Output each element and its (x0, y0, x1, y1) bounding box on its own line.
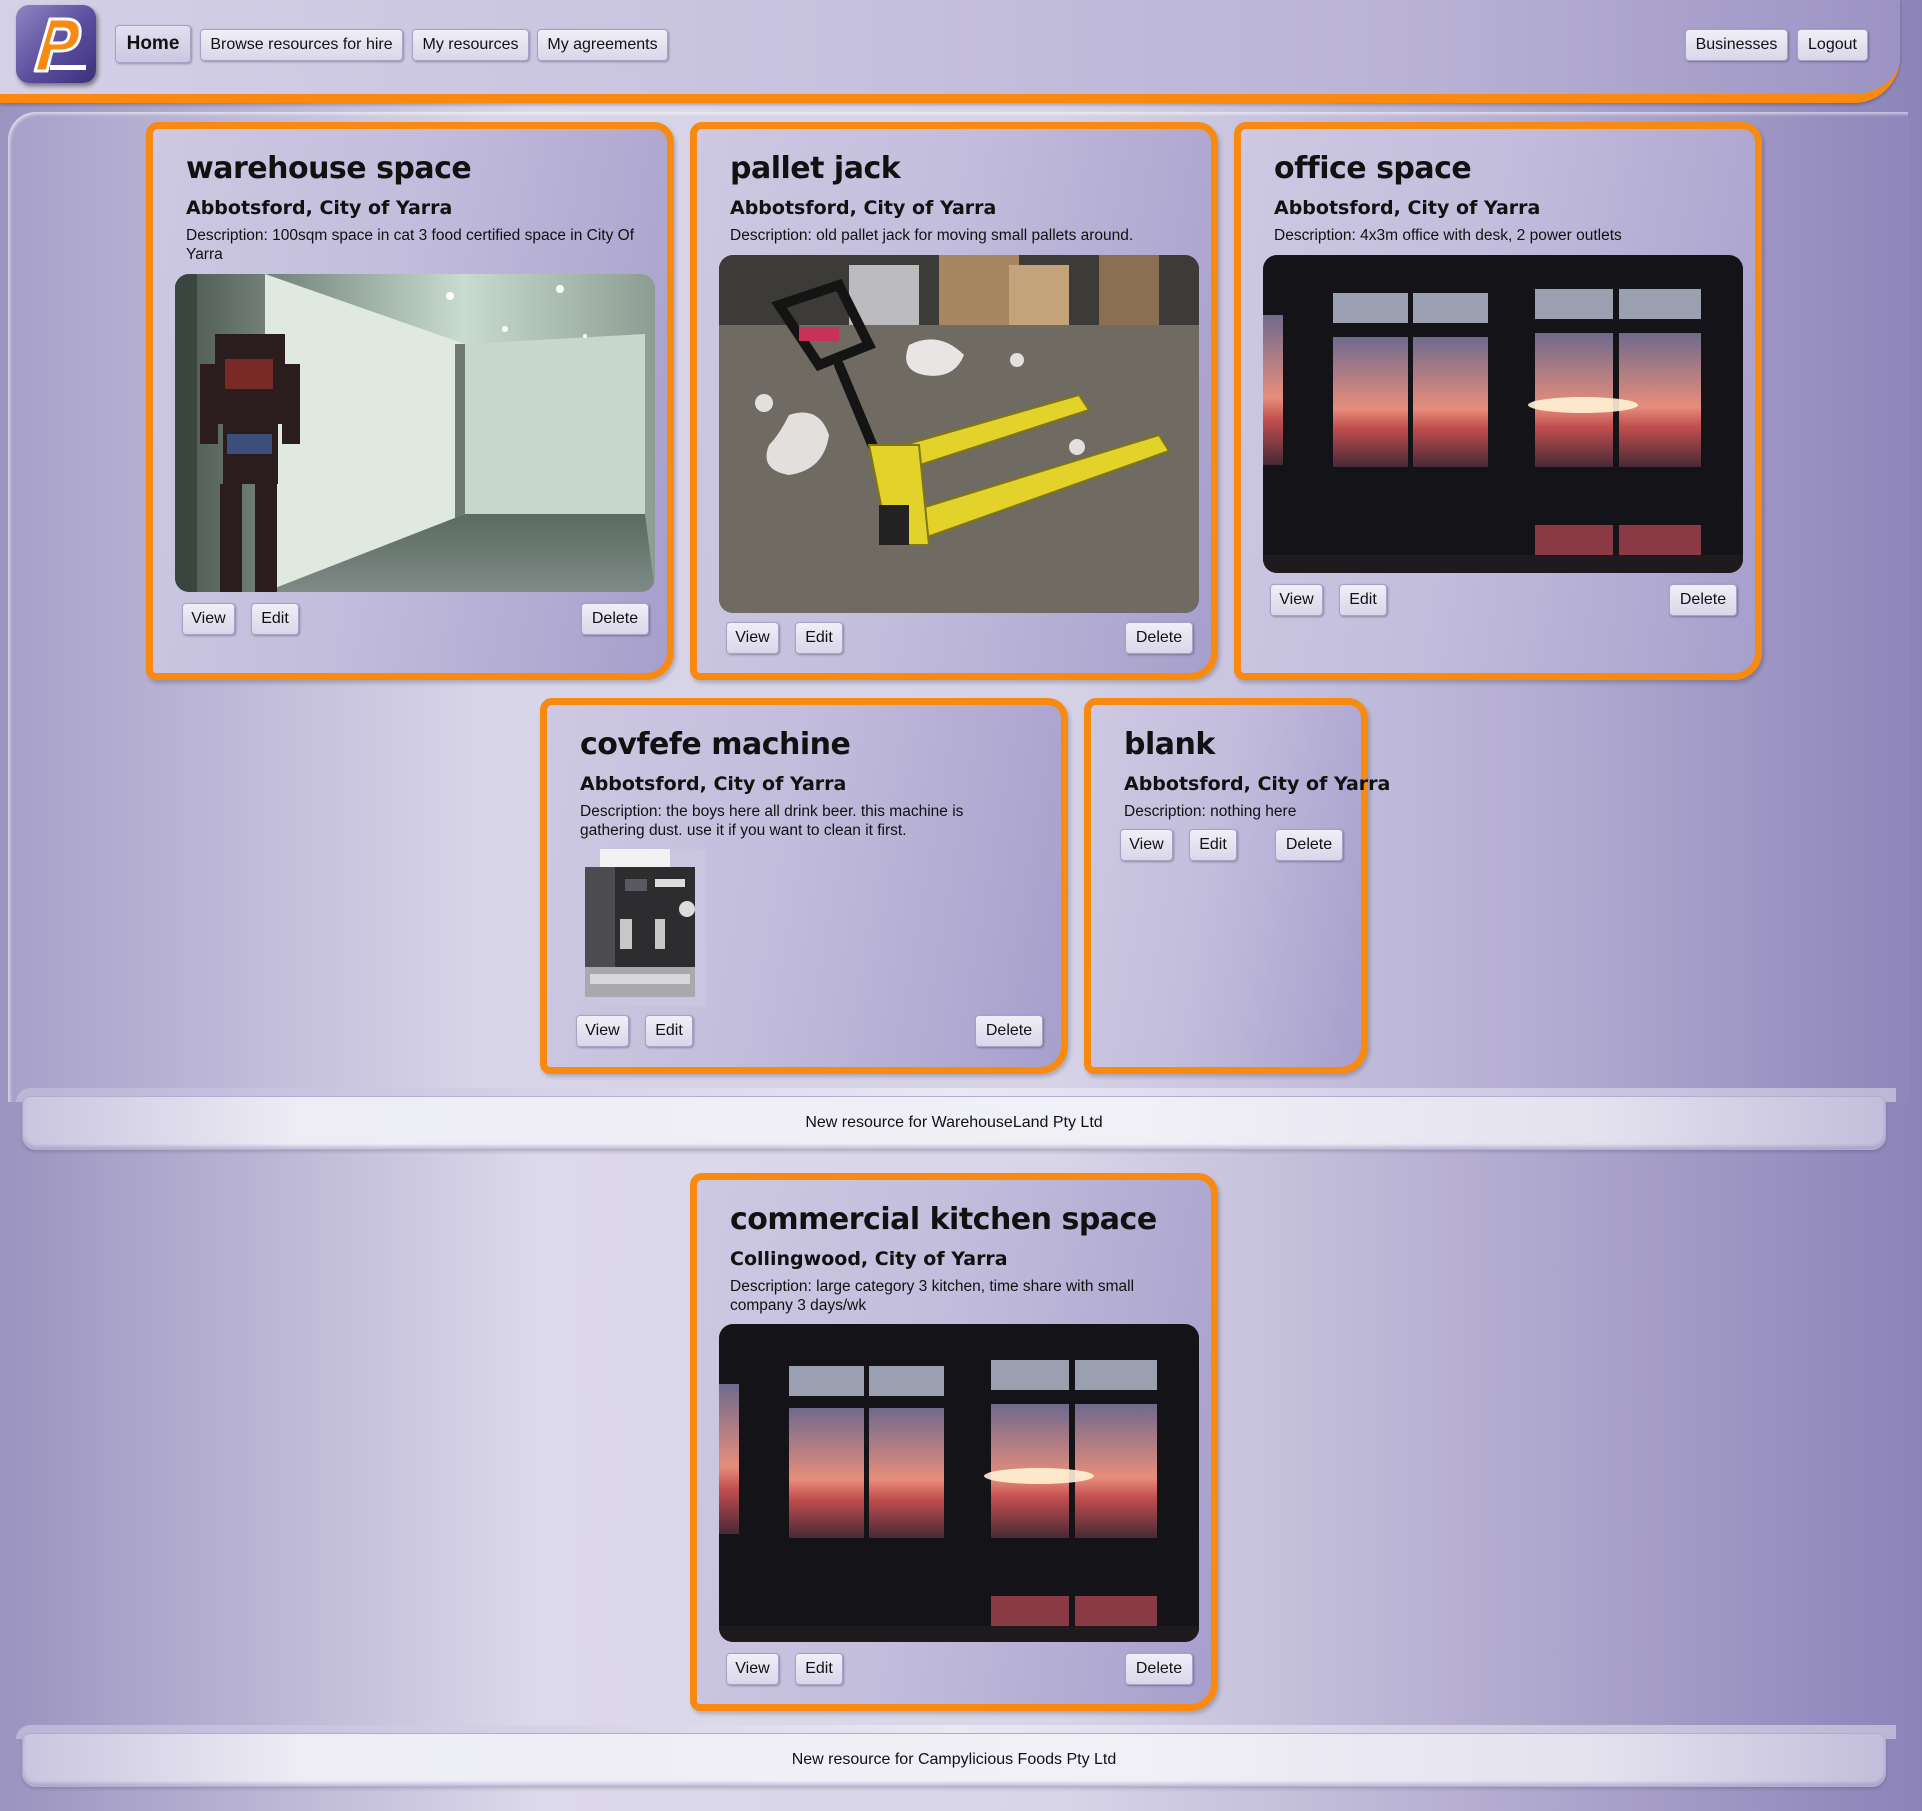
view-button[interactable]: View (726, 622, 779, 654)
resource-card: warehouse space Abbotsford, City of Yarr… (146, 122, 674, 680)
resource-title: office space (1274, 151, 1472, 186)
resource-card: pallet jack Abbotsford, City of Yarra De… (690, 122, 1218, 680)
resource-location: Abbotsford, City of Yarra (580, 773, 847, 795)
view-button[interactable]: View (1270, 584, 1323, 616)
resource-card: blank Abbotsford, City of Yarra Descript… (1084, 698, 1390, 1074)
resource-card: office space Abbotsford, City of Yarra D… (1234, 122, 1762, 680)
view-button[interactable]: View (1120, 829, 1173, 861)
sunset-window-photo (719, 1324, 1199, 1642)
view-button[interactable]: View (576, 1015, 629, 1047)
resource-title: warehouse space (186, 151, 472, 186)
resource-card: commercial kitchen space Collingwood, Ci… (690, 1173, 1218, 1711)
warehouse-interior-photo (175, 274, 655, 592)
resource-description: Description: old pallet jack for moving … (730, 227, 1134, 244)
resource-location: Abbotsford, City of Yarra (186, 197, 453, 219)
resource-description: Description: large category 3 kitchen, t… (730, 1278, 1135, 1314)
nav-my-resources-button[interactable]: My resources (412, 29, 529, 61)
resource-location: Collingwood, City of Yarra (730, 1248, 1008, 1270)
nav-home-button[interactable]: Home (115, 25, 191, 63)
delete-button[interactable]: Delete (1669, 584, 1737, 616)
delete-button[interactable]: Delete (581, 603, 649, 635)
delete-button[interactable]: Delete (1125, 1653, 1193, 1685)
edit-button[interactable]: Edit (1189, 829, 1237, 861)
edit-button[interactable]: Edit (251, 603, 299, 635)
edit-button[interactable]: Edit (1339, 584, 1387, 616)
delete-button[interactable]: Delete (1125, 622, 1193, 654)
resource-description: Description: nothing here (1124, 803, 1297, 820)
edit-button[interactable]: Edit (645, 1015, 693, 1047)
delete-button[interactable]: Delete (1275, 829, 1343, 861)
resource-description: Description: 4x3m office with desk, 2 po… (1274, 227, 1622, 244)
edit-button[interactable]: Edit (795, 1653, 843, 1685)
resource-title: blank (1124, 727, 1215, 762)
new-resource-button[interactable]: New resource for Campylicious Foods Pty … (22, 1733, 1886, 1787)
resource-location: Abbotsford, City of Yarra (1274, 197, 1541, 219)
nav-browse-button[interactable]: Browse resources for hire (200, 29, 403, 61)
edit-button[interactable]: Edit (795, 622, 843, 654)
top-nav-bar: Home Browse resources for hire My resour… (0, 0, 1900, 103)
logo-icon (33, 17, 86, 73)
resource-description: Description: 100sqm space in cat 3 food … (186, 227, 634, 263)
resource-card: covfefe machine Abbotsford, City of Yarr… (540, 698, 1068, 1074)
view-button[interactable]: View (726, 1653, 779, 1685)
new-resource-button[interactable]: New resource for WarehouseLand Pty Ltd (22, 1096, 1886, 1150)
nav-my-agreements-button[interactable]: My agreements (537, 29, 668, 61)
delete-button[interactable]: Delete (975, 1015, 1043, 1047)
espresso-machine-photo (580, 849, 706, 1006)
sunset-window-photo (1263, 255, 1743, 573)
resource-title: commercial kitchen space (730, 1202, 1157, 1237)
view-button[interactable]: View (182, 603, 235, 635)
nav-logout-button[interactable]: Logout (1797, 29, 1868, 61)
resource-title: covfefe machine (580, 727, 851, 762)
resource-location: Abbotsford, City of Yarra (1124, 773, 1391, 795)
resource-title: pallet jack (730, 151, 901, 186)
resource-location: Abbotsford, City of Yarra (730, 197, 997, 219)
yellow-pallet-jack-photo (719, 255, 1199, 613)
resource-description: Description: the boys here all drink bee… (580, 803, 964, 839)
nav-businesses-button[interactable]: Businesses (1685, 29, 1788, 61)
logo[interactable] (16, 5, 96, 83)
